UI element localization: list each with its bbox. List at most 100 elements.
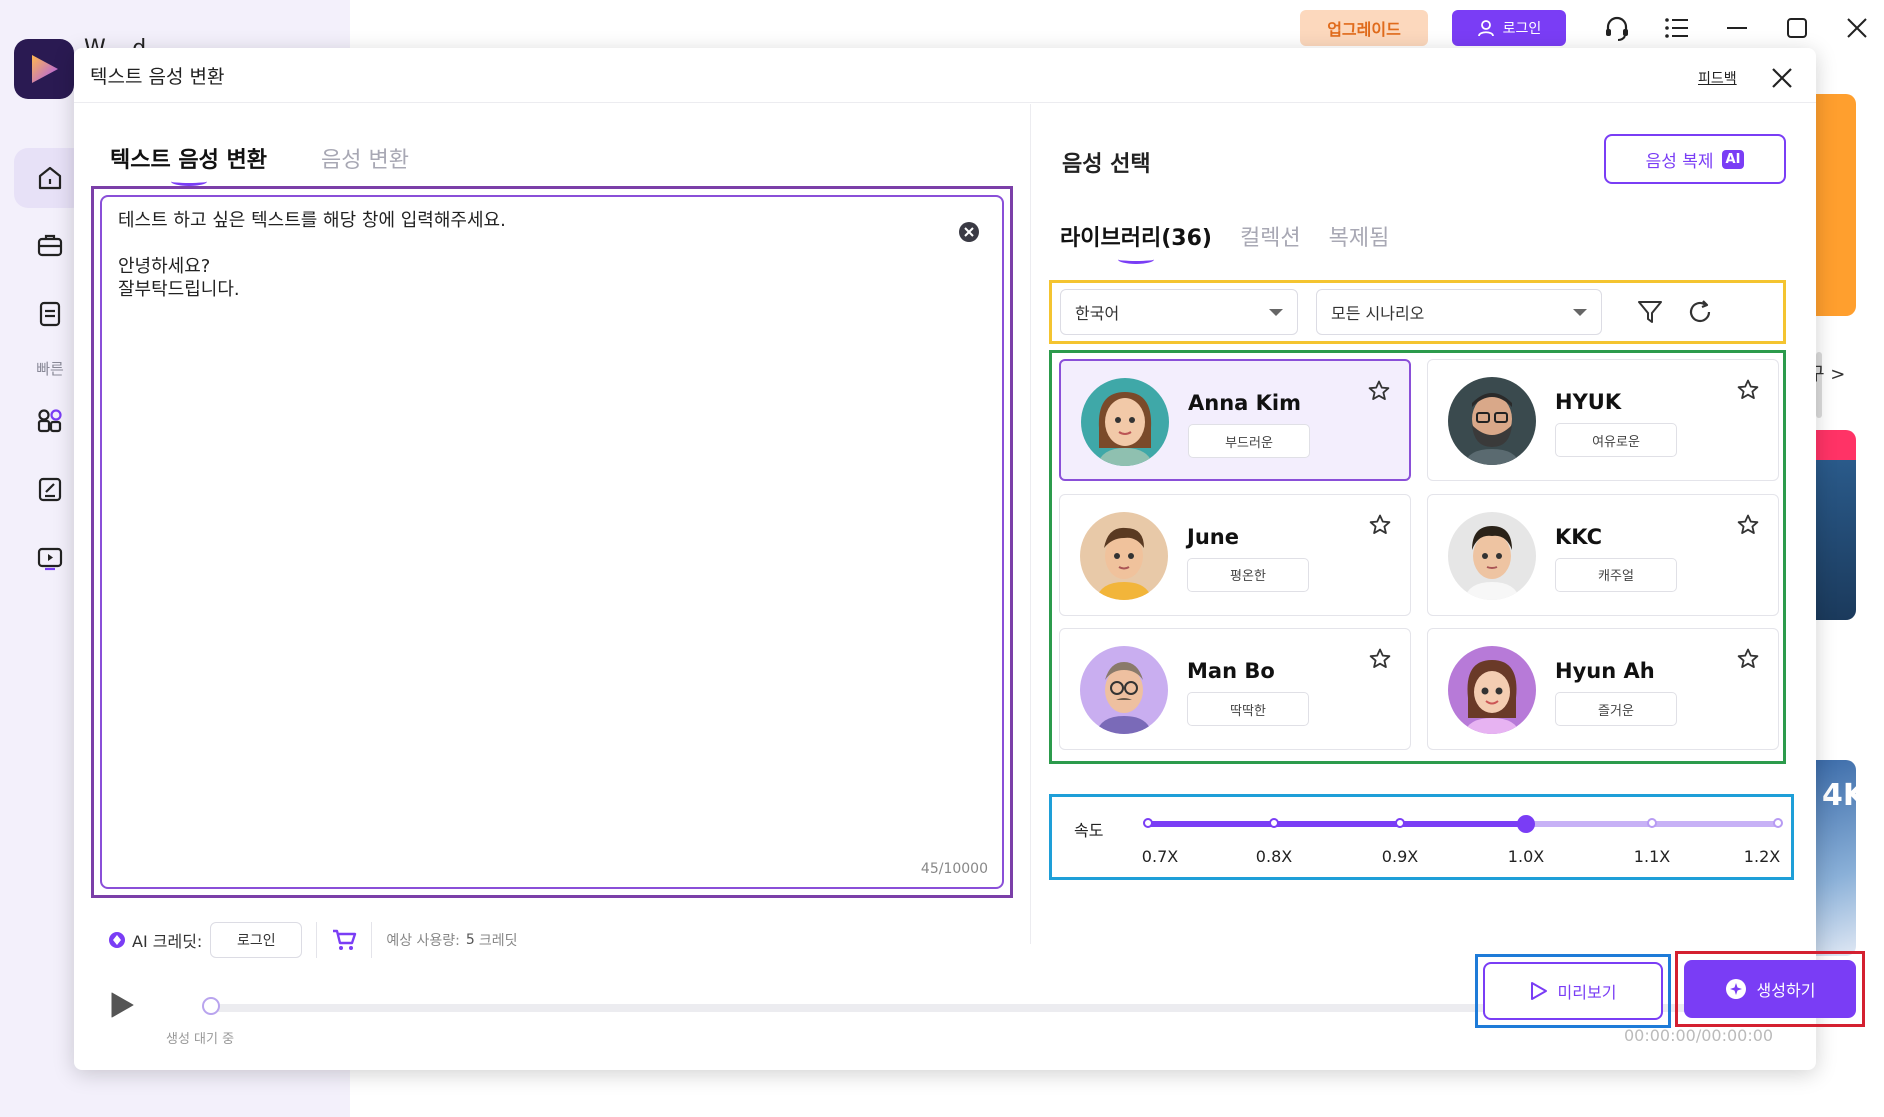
generation-status: 생성 대기 중 [166,1032,235,1047]
voice-clone-button[interactable]: 음성 복제 AI [1604,134,1786,184]
scenario-value: 모든 시나리오 [1331,304,1425,323]
voice-name: KKC [1555,524,1603,549]
dialog-header-divider [74,102,1816,103]
speed-step-dot [1143,818,1153,828]
active-tab-indicator [170,177,207,186]
speed-step-dot [1269,818,1279,828]
tab-library[interactable]: 라이브러리(36) [1060,220,1212,264]
language-value: 한국어 [1075,304,1120,323]
text-to-speech-dialog: 텍스트 음성 변환 피드백 텍스트 음성 변환 음성 변환 45/10000 A… [74,48,1865,1070]
preview-highlight: 미리보기 [1475,954,1671,1028]
tab-label: 라이브러리(36) [1060,226,1212,251]
document-icon [39,301,61,327]
speed-slider-fill [1148,821,1526,827]
credit-login-button[interactable]: 로그인 [210,922,303,958]
star-icon[interactable] [1368,647,1392,671]
sparkle-icon [1725,979,1746,999]
filter-icon[interactable] [1636,298,1664,326]
avatar [1448,377,1536,465]
chevron-down-icon [1573,308,1587,316]
minimize-button[interactable] [1714,8,1760,48]
refresh-icon[interactable] [1686,298,1714,326]
avatar-young-man-icon [1080,511,1168,600]
voice-tag: 즐거운 [1555,692,1677,727]
ai-credit-label: AI 크레딧: [132,932,203,951]
speed-tick: 1.1X [1633,847,1671,866]
star-icon[interactable] [1736,647,1760,671]
speed-step-dot [1395,818,1405,828]
dialog-close-button[interactable] [1766,62,1798,94]
star-icon[interactable] [1736,378,1760,402]
tab-label: 복제됨 [1328,226,1390,251]
support-button[interactable] [1594,8,1640,48]
scenario-select[interactable]: 모든 시나리오 [1316,289,1602,335]
voice-source-tabs: 라이브러리(36) 컬렉션 복제됨 [1060,220,1390,264]
credit-row: AI 크레딧: 로그인 예상 사용량: 5 크레딧 [108,920,517,960]
voice-card-hyun-ah[interactable]: Hyun Ah 즐거운 [1427,628,1779,751]
language-select[interactable]: 한국어 [1060,289,1298,335]
top-login-button[interactable]: 로그인 [1452,10,1566,46]
avatar-casual-man-icon [1448,511,1536,600]
voice-tag: 평온한 [1187,557,1309,592]
play-outline-icon [1530,982,1547,1000]
voice-name: June [1187,524,1239,549]
playback-progress-knob[interactable] [202,997,220,1015]
voice-card-hyuk[interactable]: HYUK 여유로운 [1427,359,1779,481]
tab-collection[interactable]: 컬렉션 [1240,220,1301,262]
voice-card-anna-kim[interactable]: Anna Kim 부드러운 [1059,359,1411,481]
estimate-unit: 크레딧 [478,933,518,949]
preview-label: 미리보기 [1557,983,1617,1002]
star-icon[interactable] [1736,513,1760,537]
logo-icon [32,55,58,83]
speed-tick: 0.9X [1381,847,1419,866]
voice-card-kkc[interactable]: KKC 캐주얼 [1427,493,1779,616]
voice-tag: 캐주얼 [1555,557,1677,592]
maximize-button[interactable] [1774,8,1820,48]
speed-slider[interactable] [1143,815,1783,833]
tab-voice-conversion[interactable]: 음성 변환 [321,142,409,184]
maximize-icon [1787,18,1807,38]
speed-tick-labels: 0.7X 0.8X 0.9X 1.0X 1.1X 1.2X [1142,847,1781,867]
voice-select-title: 음성 선택 [1062,152,1151,177]
char-count: 45/10000 [920,861,988,877]
window-close-button[interactable] [1834,8,1880,48]
voice-card-june[interactable]: June 평온한 [1059,493,1411,616]
cart-icon[interactable] [331,928,357,952]
top-login-label: 로그인 [1502,21,1542,37]
text-input-container: 45/10000 [100,195,1004,889]
voice-tag: 딱딱한 [1187,692,1309,727]
ai-badge: AI [1721,149,1745,169]
star-icon[interactable] [1367,379,1391,403]
edit-icon [38,477,62,502]
ai-credit-icon [109,932,125,948]
preview-button[interactable]: 미리보기 [1483,962,1663,1020]
feedback-link[interactable]: 피드백 [1698,68,1737,88]
home-icon [38,166,62,190]
user-icon [1477,20,1494,37]
upgrade-button[interactable]: 업그레이드 [1300,10,1428,46]
voice-tag: 여유로운 [1555,423,1677,457]
generate-button[interactable]: 생성하기 [1684,960,1856,1018]
star-icon[interactable] [1368,513,1392,537]
voice-name: Man Bo [1187,659,1275,684]
panel-divider [1030,104,1031,944]
play-icon[interactable] [110,992,134,1018]
clear-text-icon[interactable] [958,221,980,243]
speed-slider-knob[interactable] [1517,815,1535,833]
avatar [1448,511,1536,600]
tab-cloned[interactable]: 복제됨 [1329,220,1390,262]
avatar-girl-icon [1448,646,1536,735]
speed-tick: 0.8X [1255,847,1293,866]
apps-icon [37,409,62,433]
speed-tick: 1.2X [1743,847,1781,866]
tab-text-to-speech[interactable]: 텍스트 음성 변환 [110,142,267,186]
voice-name: HYUK [1555,390,1622,414]
menu-button[interactable] [1654,8,1700,48]
avatar [1081,378,1169,466]
voice-card-man-bo[interactable]: Man Bo 딱딱한 [1059,628,1411,751]
toolbox-icon [37,234,63,257]
separator [371,922,373,958]
avatar-woman-icon [1081,378,1169,466]
headset-icon [1606,16,1628,41]
text-input[interactable] [118,209,938,829]
